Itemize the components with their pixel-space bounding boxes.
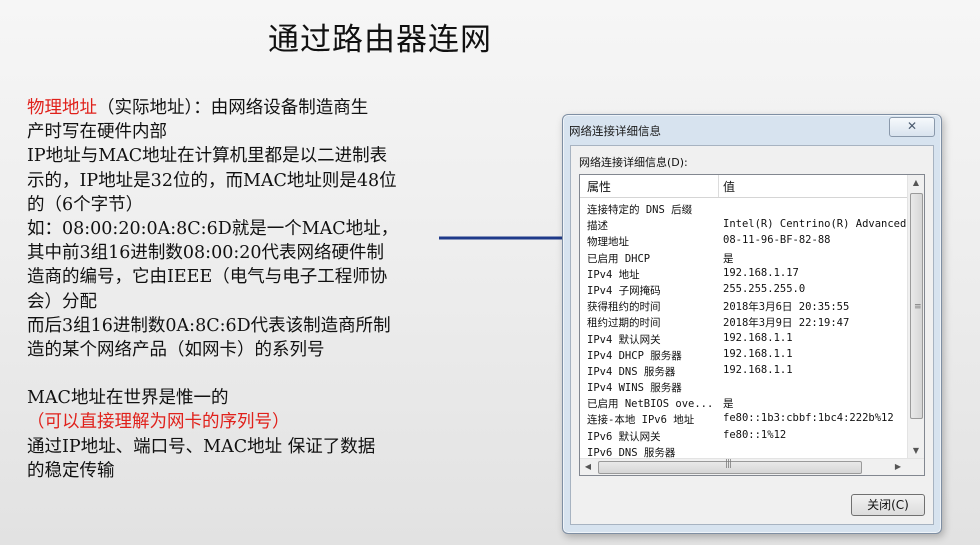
highlight-physical-address: 物理地址	[27, 98, 97, 118]
table-row[interactable]: IPv4 地址 192.168.1.17	[580, 266, 908, 282]
horizontal-scroll-thumb[interactable]: |||	[598, 459, 862, 474]
text-line: 的稳定传输	[27, 460, 115, 481]
text-line: 如：08:00:20:0A:8C:6D就是一个MAC地址，	[27, 219, 399, 240]
property-cell: 连接特定的 DNS 后缀	[587, 204, 693, 216]
close-icon[interactable]: ✕	[889, 117, 935, 137]
value-cell: Intel(R) Centrino(R) Advanced-	[723, 218, 907, 231]
property-cell: IPv4 DHCP 服务器	[587, 349, 682, 362]
property-cell: IPv4 地址	[587, 268, 640, 281]
table-row[interactable]: IPv4 DNS 服务器 192.168.1.1	[580, 363, 908, 379]
table-row[interactable]: IPv4 WINS 服务器	[580, 379, 908, 395]
dialog-title: 网络连接详细信息	[569, 124, 661, 138]
value-cell: 2018年3月9日 22:19:47	[723, 317, 850, 330]
text-line: 物理地址（实际地址）：由网络设备制造商生	[27, 96, 439, 120]
property-cell: 已启用 NetBIOS ove...	[587, 398, 714, 411]
table-row[interactable]: IPv4 DHCP 服务器 192.168.1.1	[580, 347, 908, 363]
property-cell: IPv4 DNS 服务器	[587, 365, 676, 378]
column-divider[interactable]	[718, 175, 719, 197]
text-line: 造的某个网络产品（如网卡）的系列号	[27, 340, 325, 361]
value-cell: 192.168.1.1	[723, 347, 793, 360]
body-text: 物理地址（实际地址）：由网络设备制造商生 产时写在硬件内部 IP地址与MAC地址…	[27, 96, 439, 483]
table-row[interactable]: 已启用 NetBIOS ove... 是	[580, 395, 908, 411]
value-cell: 是	[723, 398, 734, 411]
table-row[interactable]: 已启用 DHCP 是	[580, 250, 908, 266]
close-button[interactable]: 关闭(C)	[851, 494, 925, 516]
table-row[interactable]: 描述 Intel(R) Centrino(R) Advanced-	[580, 217, 908, 233]
value-cell: fe80::1b3:cbbf:1bc4:222b%12	[723, 412, 894, 425]
value-cell: 08-11-96-BF-82-88	[723, 234, 831, 247]
text-line: 产时写在硬件内部	[27, 122, 167, 143]
property-cell: IPv4 默认网关	[587, 333, 661, 346]
network-details-dialog: 网络连接详细信息 ✕ 网络连接详细信息(D): 属性 值 连接特定的 DNS 后…	[562, 114, 942, 534]
text-line: 而后3组16进制数0A:8C:6D代表该制造商所制	[27, 315, 391, 336]
highlight-serial-note: （可以直接理解为网卡的序列号）	[27, 412, 290, 433]
value-cell: 255.255.255.0	[723, 282, 806, 295]
text-line: 会）分配	[27, 291, 97, 312]
table-row[interactable]: 连接特定的 DNS 后缀	[580, 201, 908, 217]
property-cell: 连接-本地 IPv6 地址	[587, 414, 695, 427]
grip-icon: |||	[725, 459, 732, 469]
property-cell: 获得租约的时间	[587, 301, 661, 314]
slide-title: 通过路由器连网	[268, 22, 492, 58]
column-header-value[interactable]: 值	[723, 178, 735, 195]
value-cell: 192.168.1.1	[723, 363, 793, 376]
list-rows: 连接特定的 DNS 后缀 描述 Intel(R) Centrino(R) Adva…	[580, 201, 908, 460]
table-row[interactable]: IPv4 默认网关 192.168.1.1	[580, 331, 908, 347]
dialog-body: 网络连接详细信息(D): 属性 值 连接特定的 DNS 后缀 描述 Intel(R…	[570, 145, 934, 525]
table-row[interactable]: IPv6 默认网关 fe80::1%12	[580, 428, 908, 444]
table-row[interactable]: 物理地址 08-11-96-BF-82-88	[580, 233, 908, 249]
property-cell: IPv4 子网掩码	[587, 284, 661, 297]
property-cell: 租约过期的时间	[587, 317, 661, 330]
grip-icon: ≡	[914, 302, 922, 312]
scroll-right-icon[interactable]: ▶	[890, 459, 906, 475]
vertical-scroll-thumb[interactable]: ≡	[910, 193, 923, 419]
horizontal-scrollbar[interactable]: ◀ ||| ▶	[580, 458, 924, 475]
column-header-property[interactable]: 属性	[587, 178, 611, 195]
vertical-scrollbar[interactable]: ▲ ≡ ▼	[907, 175, 924, 459]
list-header: 属性 值	[580, 175, 908, 198]
text-fragment: （实际地址）：由网络设备制造商生	[97, 98, 369, 118]
table-row[interactable]: 获得租约的时间 2018年3月6日 20:35:55	[580, 298, 908, 314]
property-cell: 已启用 DHCP	[587, 252, 651, 265]
list-label: 网络连接详细信息(D):	[579, 156, 688, 169]
pointer-arrow-icon	[439, 231, 580, 245]
text-line: 其中前3组16进制数08:00:20代表网络硬件制	[27, 243, 384, 264]
text-line: 示的，IP地址是32位的，而MAC地址则是48位	[27, 170, 397, 191]
property-cell: 描述	[587, 220, 608, 233]
table-row[interactable]: 租约过期的时间 2018年3月9日 22:19:47	[580, 314, 908, 330]
text-line: MAC地址在世界是惟一的	[27, 388, 229, 409]
text-line: 造商的编号，它由IEEE（电气与电子工程师协	[27, 267, 388, 288]
scroll-up-icon[interactable]: ▲	[908, 175, 924, 191]
property-cell: 物理地址	[587, 236, 629, 249]
details-listview[interactable]: 属性 值 连接特定的 DNS 后缀 描述 Intel(R) Centrino(R)…	[579, 174, 925, 476]
table-row[interactable]: 连接-本地 IPv6 地址 fe80::1b3:cbbf:1bc4:222b%12	[580, 411, 908, 427]
scroll-left-icon[interactable]: ◀	[580, 459, 596, 475]
text-line: 通过IP地址、端口号、MAC地址 保证了数据	[27, 436, 376, 457]
property-cell: IPv4 WINS 服务器	[587, 382, 682, 395]
value-cell: 是	[723, 252, 734, 265]
text-line: IP地址与MAC地址在计算机里都是以二进制表	[27, 146, 388, 167]
scroll-down-icon[interactable]: ▼	[908, 443, 924, 459]
value-cell: 192.168.1.17	[723, 266, 799, 279]
value-cell: 192.168.1.1	[723, 331, 793, 344]
value-cell: 2018年3月6日 20:35:55	[723, 301, 850, 314]
text-line: 的（6个字节）	[27, 194, 144, 215]
value-cell: fe80::1%12	[723, 428, 787, 441]
table-row[interactable]: IPv4 子网掩码 255.255.255.0	[580, 282, 908, 298]
property-cell: IPv6 默认网关	[587, 430, 661, 443]
